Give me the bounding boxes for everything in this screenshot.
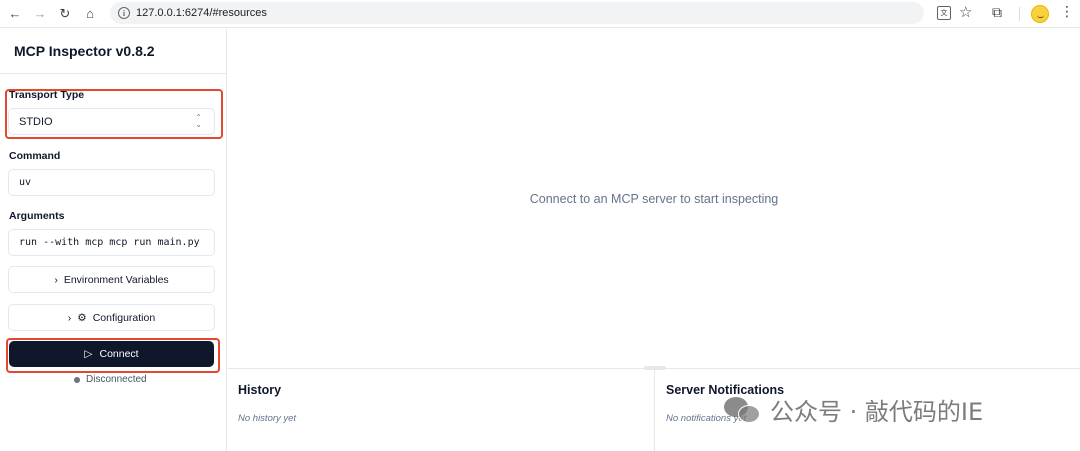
address-bar[interactable]: i 127.0.0.1:6274/#resources bbox=[110, 2, 924, 24]
status-dot bbox=[74, 376, 80, 383]
site-info-icon[interactable]: i bbox=[118, 7, 130, 19]
forward-icon[interactable]: → bbox=[29, 3, 51, 25]
sidebar-header: MCP Inspector v0.8.2 bbox=[0, 29, 226, 74]
command-label: Command bbox=[9, 150, 61, 162]
sidebar: MCP Inspector v0.8.2 Transport Type STDI… bbox=[0, 29, 227, 451]
arguments-label: Arguments bbox=[9, 210, 65, 222]
empty-state-message: Connect to an MCP server to start inspec… bbox=[529, 192, 779, 206]
wechat-logo-icon bbox=[724, 395, 764, 425]
chevron-right-icon: › bbox=[67, 311, 72, 324]
browser-toolbar: ← → ↻ ⌂ i 127.0.0.1:6274/#resources 文 ☆ … bbox=[0, 0, 1080, 28]
configuration-label: Configuration bbox=[92, 311, 156, 324]
status-text: Disconnected bbox=[86, 374, 147, 385]
watermark-text: 公众号 · 敲代码的IE bbox=[770, 398, 984, 426]
history-empty-text: No history yet bbox=[238, 413, 297, 424]
configuration-button[interactable]: › ⚙ Configuration bbox=[8, 304, 215, 331]
connection-status: Disconnected bbox=[74, 374, 147, 385]
arguments-value: run --with mcp mcp run main.py bbox=[19, 237, 200, 248]
url-text: 127.0.0.1:6274/#resources bbox=[136, 7, 267, 19]
connect-highlight-annotation bbox=[6, 338, 220, 373]
arguments-input[interactable]: run --with mcp mcp run main.py bbox=[8, 229, 215, 256]
back-icon[interactable]: ← bbox=[4, 3, 26, 25]
extensions-icon[interactable]: ⧉ bbox=[992, 4, 1002, 21]
watermark: 公众号 · 敲代码的IE bbox=[724, 392, 983, 427]
environment-variables-button[interactable]: › Environment Variables bbox=[8, 266, 215, 293]
menu-kebab-icon[interactable]: ⋮ bbox=[1060, 3, 1074, 20]
environment-variables-label: Environment Variables bbox=[63, 273, 169, 286]
command-input[interactable]: uv bbox=[8, 169, 215, 196]
panel-vertical-divider bbox=[654, 369, 655, 451]
history-panel: History No history yet bbox=[228, 369, 654, 451]
history-title: History bbox=[238, 383, 282, 397]
main-panel: Connect to an MCP server to start inspec… bbox=[228, 29, 1080, 368]
bookmark-star-icon[interactable]: ☆ bbox=[959, 3, 972, 21]
command-value: uv bbox=[19, 177, 32, 188]
reload-icon[interactable]: ↻ bbox=[54, 3, 76, 25]
translate-icon[interactable]: 文 bbox=[937, 6, 951, 20]
transport-highlight-annotation bbox=[5, 89, 223, 139]
home-icon[interactable]: ⌂ bbox=[79, 3, 101, 25]
chevron-right-icon: › bbox=[54, 273, 58, 286]
gear-icon: ⚙ bbox=[77, 311, 87, 324]
profile-avatar[interactable] bbox=[1031, 5, 1049, 23]
toolbar-separator bbox=[1019, 7, 1020, 21]
app-title: MCP Inspector v0.8.2 bbox=[14, 43, 155, 59]
